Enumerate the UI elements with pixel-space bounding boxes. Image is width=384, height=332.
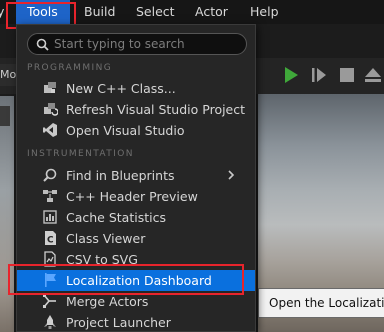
cache-statistics-icon — [42, 209, 58, 225]
localization-flag-icon — [42, 272, 58, 288]
viewport-control[interactable] — [0, 106, 10, 126]
viewport-edge — [0, 96, 14, 332]
chevron-right-icon — [228, 170, 235, 180]
project-launcher-icon — [42, 314, 58, 330]
menu-item-find-in-blueprints[interactable]: Find in Blueprints — [17, 165, 255, 186]
menu-item-class-viewer[interactable]: C Class Viewer — [17, 228, 255, 249]
eject-icon[interactable] — [362, 64, 384, 86]
menu-item-label: Class Viewer — [66, 231, 146, 246]
menu-item-label: New C++ Class... — [66, 81, 176, 96]
menu-item-help[interactable]: Help — [250, 0, 279, 24]
cpp-class-icon — [42, 80, 58, 96]
menu-item-cpp-header-preview[interactable]: C++ Header Preview — [17, 186, 255, 207]
menu-bar: y Tools Build Select Actor Help — [0, 0, 384, 24]
section-header-programming: PROGRAMMING — [27, 63, 113, 73]
menu-item-label: Find in Blueprints — [66, 168, 175, 183]
class-viewer-icon: C — [42, 230, 58, 246]
section-header-instrumentation: INSTRUMENTATION — [27, 149, 134, 159]
menu-item-refresh-vs-project[interactable]: Refresh Visual Studio Project — [17, 99, 255, 120]
menu-item-label: C++ Header Preview — [66, 189, 198, 204]
menu-item-select[interactable]: Select — [136, 0, 175, 24]
menu-item-cache-statistics[interactable]: Cache Statistics — [17, 207, 255, 228]
merge-actors-icon — [42, 293, 58, 309]
menu-item-label: Localization Dashboard — [66, 273, 212, 288]
header-preview-icon — [42, 188, 58, 204]
step-forward-icon[interactable] — [308, 64, 330, 86]
menu-search-box[interactable] — [27, 33, 247, 55]
csv-to-svg-icon — [42, 251, 58, 267]
refresh-project-icon — [42, 101, 58, 117]
menu-item-localization-dashboard[interactable]: Localization Dashboard — [17, 270, 255, 291]
menu-item-label: CSV to SVG — [66, 252, 138, 267]
menu-item-tools[interactable]: Tools — [16, 0, 70, 24]
menu-item-merge-actors[interactable]: Merge Actors — [17, 291, 255, 312]
play-icon[interactable] — [280, 64, 302, 86]
mode-selector[interactable]: Mo — [0, 64, 16, 86]
search-icon — [36, 38, 49, 51]
menu-item-label: Project Launcher — [66, 315, 171, 330]
menu-item-label: Open Visual Studio — [66, 123, 185, 138]
stop-icon[interactable] — [336, 64, 358, 86]
menu-item-partial[interactable]: y — [0, 0, 7, 24]
menu-item-actor[interactable]: Actor — [195, 0, 228, 24]
visual-studio-icon — [42, 122, 58, 138]
tooltip: Open the Localization — [258, 288, 384, 318]
menu-item-open-visual-studio[interactable]: Open Visual Studio — [17, 120, 255, 141]
menu-item-label: Refresh Visual Studio Project — [66, 102, 246, 117]
menu-item-label: Cache Statistics — [66, 210, 166, 225]
menu-item-label: Merge Actors — [66, 294, 149, 309]
menu-item-build[interactable]: Build — [84, 0, 115, 24]
tools-dropdown-menu: PROGRAMMING New C++ Class... Refresh Vis… — [16, 24, 256, 332]
search-input[interactable] — [54, 36, 240, 52]
svg-text:C: C — [47, 236, 54, 246]
menu-item-project-launcher[interactable]: Project Launcher — [17, 312, 255, 331]
menu-item-csv-to-svg[interactable]: CSV to SVG — [17, 249, 255, 270]
find-in-blueprints-icon — [42, 167, 58, 183]
menu-item-new-cpp-class[interactable]: New C++ Class... — [17, 78, 255, 99]
